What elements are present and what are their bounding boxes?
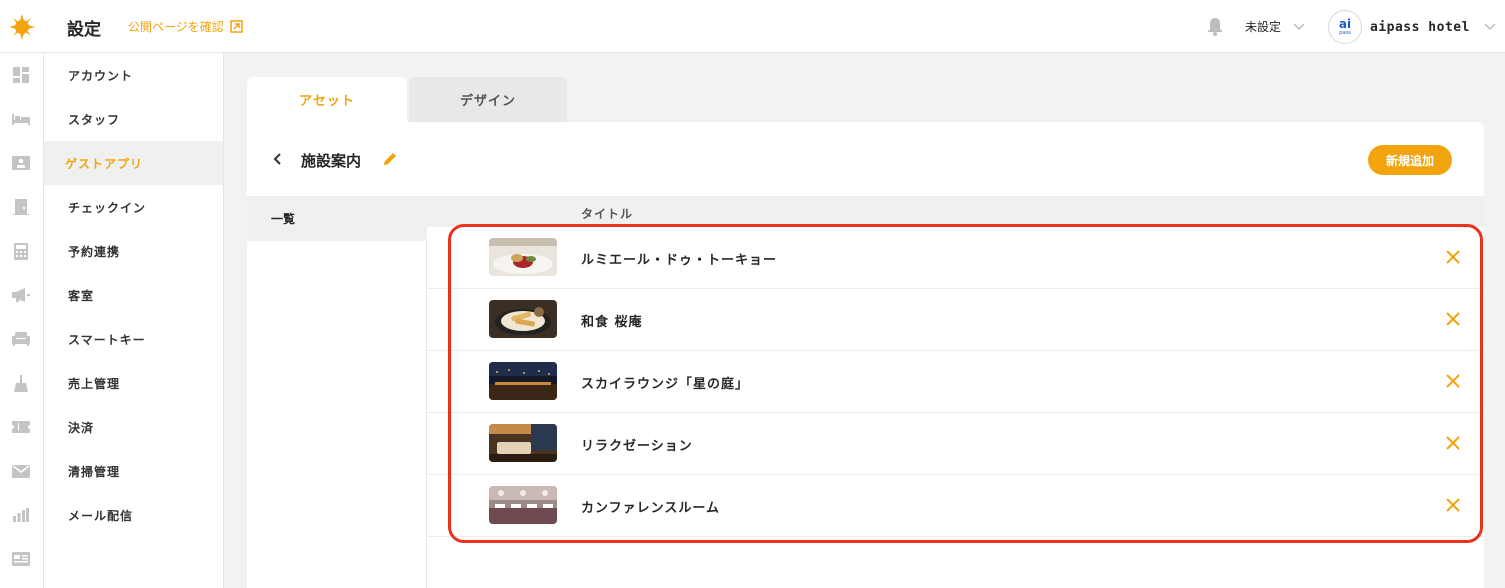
hotel-dropdown[interactable]: ai pass aipass hotel bbox=[1328, 10, 1496, 44]
table-row[interactable]: ルミエール・ドゥ・トーキョー bbox=[427, 227, 1484, 289]
chevron-down-icon bbox=[1484, 23, 1496, 31]
menu-item-account[interactable]: アカウント bbox=[44, 53, 223, 97]
row-title: 和食 桜庵 bbox=[581, 314, 643, 330]
sun-logo-icon bbox=[9, 13, 35, 40]
thumbnail-image bbox=[489, 486, 557, 524]
thumbnail-image bbox=[489, 424, 557, 462]
bell-icon bbox=[1208, 18, 1222, 36]
thumbnail-image bbox=[489, 362, 557, 400]
id-card-icon[interactable] bbox=[12, 154, 30, 172]
bed-icon[interactable] bbox=[12, 110, 30, 128]
app-logo[interactable] bbox=[0, 0, 44, 53]
avatar-logo-text: ai bbox=[1338, 16, 1352, 31]
door-icon[interactable] bbox=[12, 198, 30, 216]
table-row[interactable]: カンファレンスルーム bbox=[427, 475, 1484, 537]
hotel-avatar: ai pass bbox=[1328, 10, 1362, 44]
menu-item-sales[interactable]: 売上管理 bbox=[44, 361, 223, 405]
pencil-icon bbox=[384, 153, 396, 165]
hotel-name: aipass hotel bbox=[1370, 19, 1470, 35]
column-header-title: タイトル bbox=[581, 207, 634, 221]
dashboard-icon[interactable] bbox=[12, 66, 30, 84]
tab-design[interactable]: デザイン bbox=[409, 77, 567, 122]
menu-item-smart-key[interactable]: スマートキー bbox=[44, 317, 223, 361]
delete-button[interactable] bbox=[1443, 309, 1463, 329]
mail-icon[interactable] bbox=[12, 462, 30, 480]
menu-item-checkin[interactable]: チェックイン bbox=[44, 185, 223, 229]
external-link-icon bbox=[230, 20, 243, 33]
top-bar: 設定 公開ページを確認 未設定 ai pass aipass hotel bbox=[0, 0, 1505, 53]
category-list: 一覧 bbox=[247, 196, 427, 588]
edit-title-button[interactable] bbox=[382, 151, 398, 171]
page-title: 設定 bbox=[67, 20, 101, 40]
thumbnail-image bbox=[489, 300, 557, 338]
menu-item-label: 客室 bbox=[68, 288, 95, 303]
menu-item-cleaning[interactable]: 清掃管理 bbox=[44, 449, 223, 493]
status-dropdown[interactable]: 未設定 bbox=[1245, 18, 1305, 35]
menu-item-rooms[interactable]: 客室 bbox=[44, 273, 223, 317]
section-title: 施設案内 bbox=[301, 152, 362, 170]
tab-label: アセット bbox=[299, 94, 355, 109]
add-new-button[interactable]: 新規追加 bbox=[1368, 145, 1452, 175]
table-row[interactable]: スカイラウンジ「星の庭」 bbox=[427, 351, 1484, 413]
row-title: ルミエール・ドゥ・トーキョー bbox=[581, 252, 778, 268]
menu-item-label: スタッフ bbox=[68, 112, 121, 127]
delete-button[interactable] bbox=[1443, 495, 1463, 515]
notification-bell[interactable] bbox=[1206, 16, 1224, 40]
menu-item-label: アカウント bbox=[68, 68, 134, 83]
close-icon bbox=[1446, 374, 1460, 388]
close-icon bbox=[1446, 312, 1460, 326]
menu-item-reservation-link[interactable]: 予約連携 bbox=[44, 229, 223, 273]
bar-chart-icon[interactable] bbox=[12, 506, 30, 524]
menu-item-label: 決済 bbox=[68, 420, 95, 435]
broom-icon[interactable] bbox=[12, 374, 30, 392]
ticket-icon[interactable] bbox=[12, 418, 30, 436]
icon-rail bbox=[0, 53, 44, 588]
delete-button[interactable] bbox=[1443, 433, 1463, 453]
calculator-icon[interactable] bbox=[12, 242, 30, 260]
delete-button[interactable] bbox=[1443, 371, 1463, 391]
close-icon bbox=[1446, 498, 1460, 512]
status-label: 未設定 bbox=[1245, 20, 1282, 34]
row-title: リラクゼーション bbox=[581, 438, 693, 454]
row-title: スカイラウンジ「星の庭」 bbox=[581, 376, 750, 392]
thumbnail-image bbox=[489, 238, 557, 276]
public-page-link[interactable]: 公開ページを確認 bbox=[128, 18, 243, 35]
table-row[interactable]: リラクゼーション bbox=[427, 413, 1484, 475]
menu-item-label: ゲストアプリ bbox=[65, 156, 144, 171]
sofa-icon[interactable] bbox=[12, 330, 30, 348]
chevron-left-icon bbox=[273, 153, 281, 165]
public-page-link-label: 公開ページを確認 bbox=[128, 20, 224, 34]
list-tab-all[interactable]: 一覧 bbox=[247, 196, 427, 241]
menu-item-guest-app[interactable]: ゲストアプリ bbox=[44, 141, 223, 185]
menu-item-mail[interactable]: メール配信 bbox=[44, 493, 223, 537]
menu-item-label: メール配信 bbox=[68, 508, 134, 523]
row-title: カンファレンスルーム bbox=[581, 500, 720, 516]
menu-item-label: 売上管理 bbox=[68, 376, 121, 391]
chevron-down-icon bbox=[1293, 22, 1305, 30]
tab-label: デザイン bbox=[459, 94, 516, 109]
megaphone-icon[interactable] bbox=[12, 286, 30, 304]
menu-item-label: スマートキー bbox=[68, 332, 146, 347]
settings-menu: アカウント スタッフ ゲストアプリ チェックイン 予約連携 客室 スマートキー … bbox=[44, 53, 224, 588]
delete-button[interactable] bbox=[1443, 247, 1463, 267]
menu-item-label: チェックイン bbox=[68, 200, 147, 215]
close-icon bbox=[1446, 436, 1460, 450]
table-row[interactable]: 和食 桜庵 bbox=[427, 289, 1484, 351]
back-button[interactable] bbox=[272, 150, 284, 172]
menu-item-label: 予約連携 bbox=[68, 244, 121, 259]
list-tab-label: 一覧 bbox=[271, 212, 296, 226]
menu-item-staff[interactable]: スタッフ bbox=[44, 97, 223, 141]
menu-item-label: 清掃管理 bbox=[68, 464, 121, 479]
close-icon bbox=[1446, 250, 1460, 264]
avatar-logo-subtext: pass bbox=[1339, 29, 1351, 36]
newspaper-icon[interactable] bbox=[12, 550, 30, 568]
tab-asset[interactable]: アセット bbox=[247, 77, 407, 122]
menu-item-payment[interactable]: 決済 bbox=[44, 405, 223, 449]
